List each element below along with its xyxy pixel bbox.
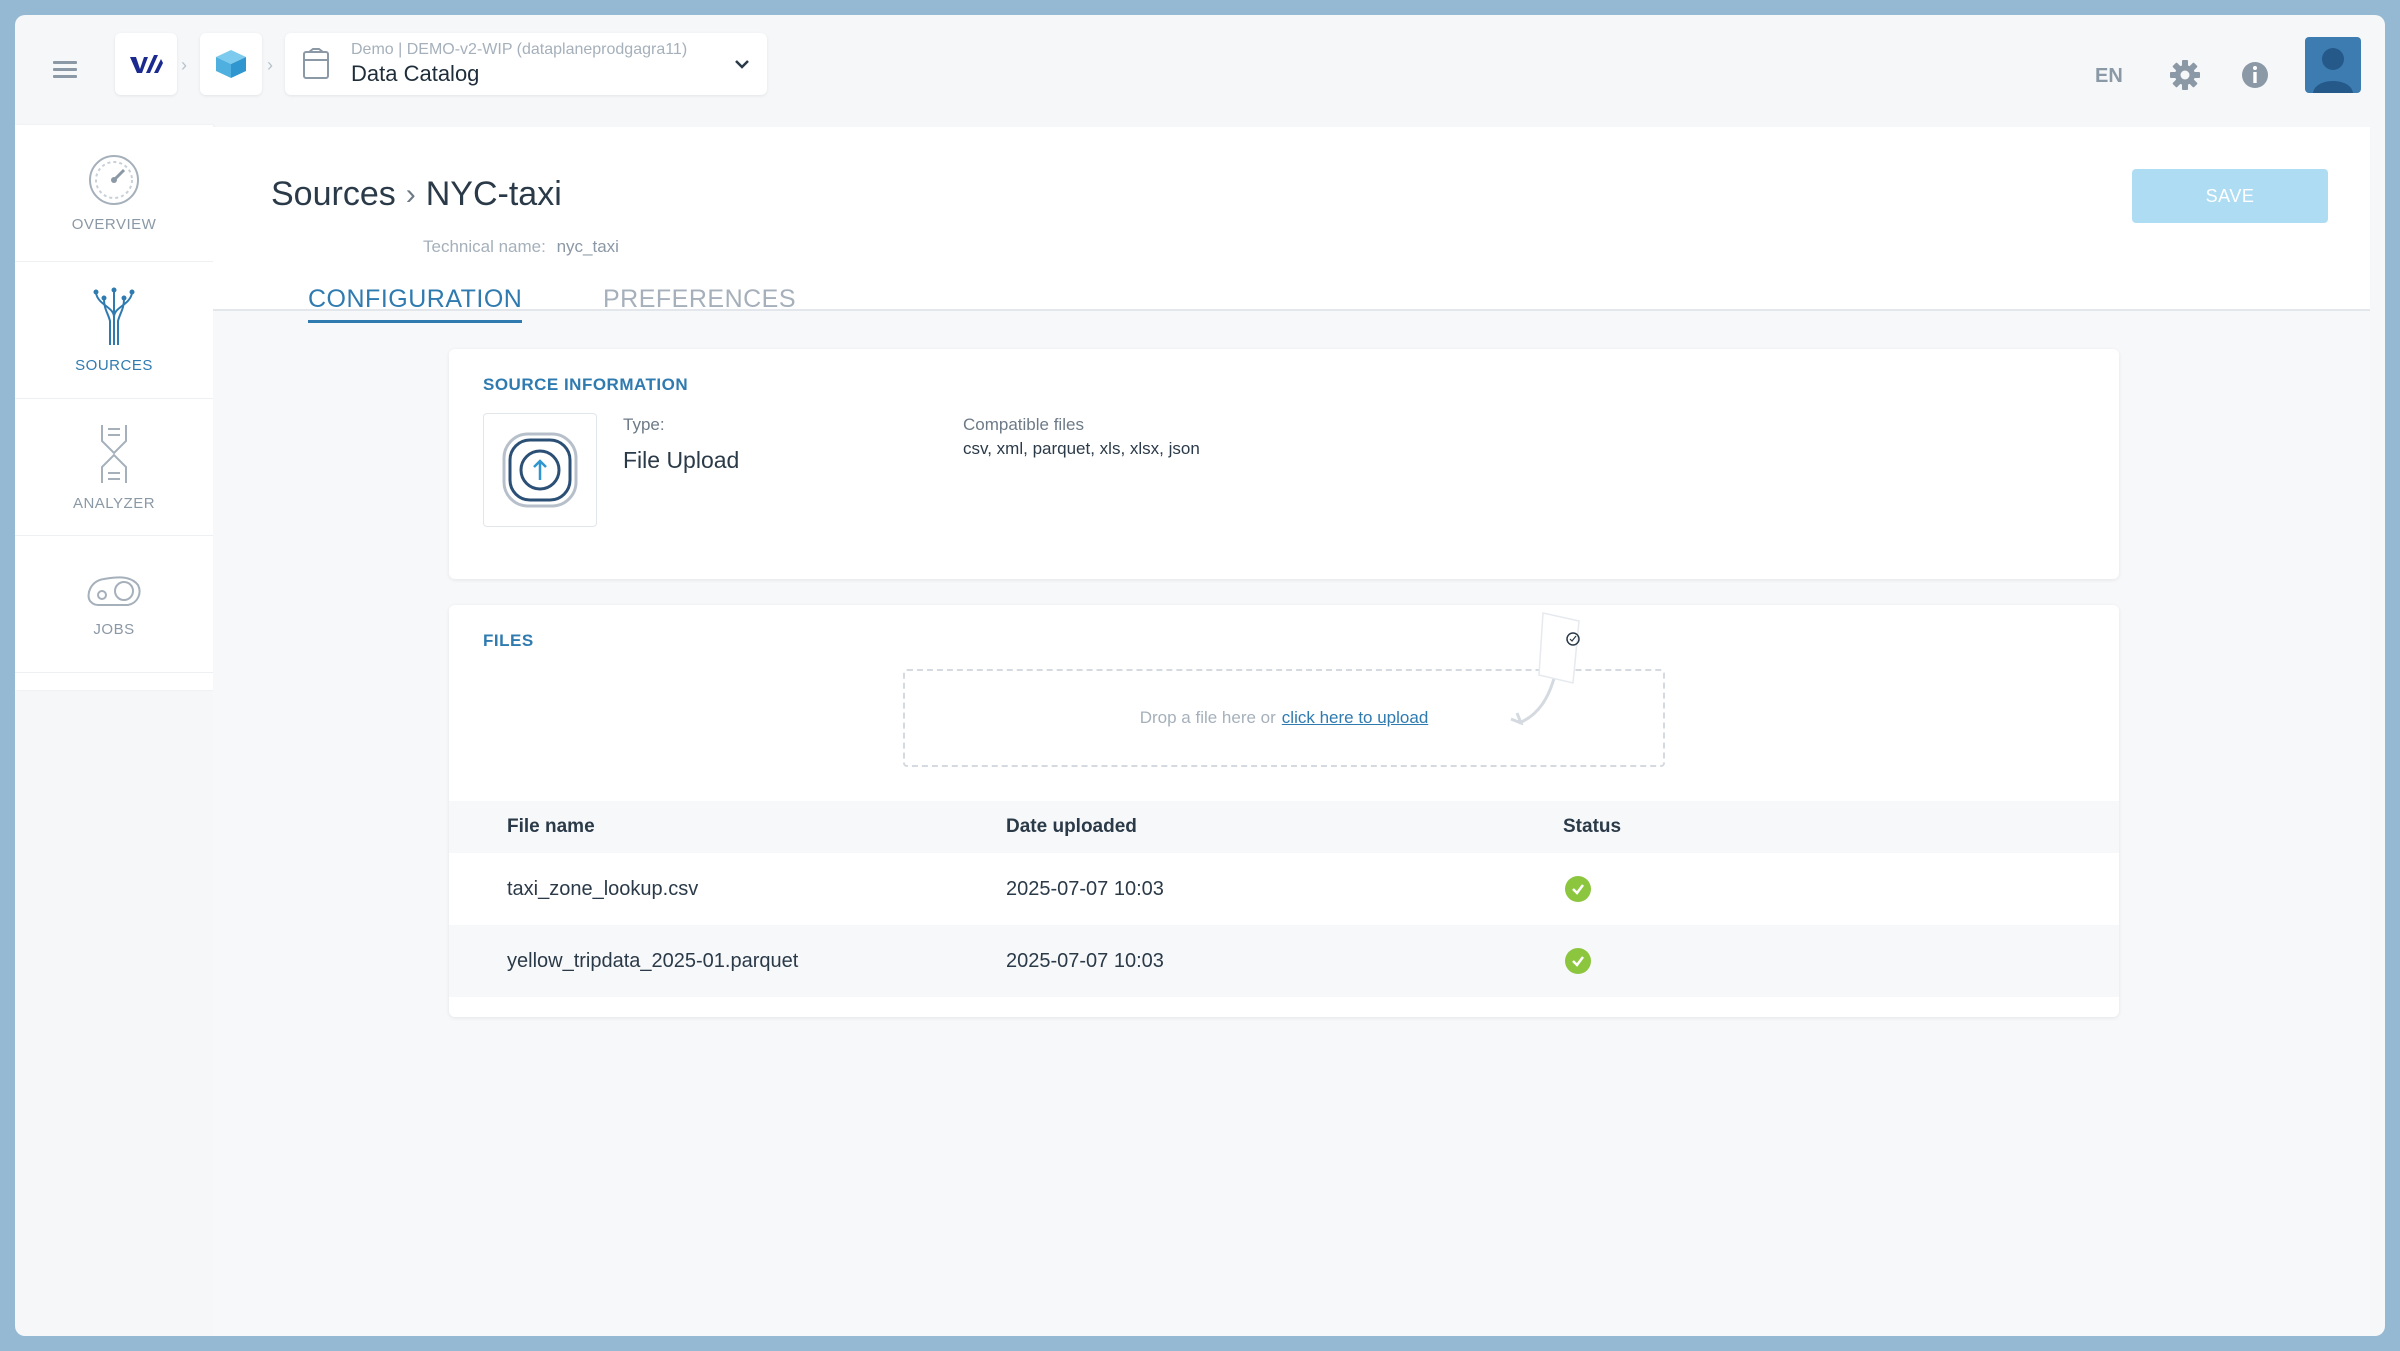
- type-label: Type:: [623, 415, 665, 434]
- chevron-right-icon: ›: [405, 177, 416, 211]
- type-value: File Upload: [623, 447, 740, 473]
- file-name-cell: taxi_zone_lookup.csv: [507, 877, 699, 900]
- status-cell: [1563, 875, 2119, 903]
- avatar[interactable]: [2305, 37, 2361, 93]
- section-title: SOURCE INFORMATION: [483, 375, 689, 394]
- tab-configuration[interactable]: CONFIGURATION: [308, 285, 523, 323]
- chevron-right-icon: ›: [181, 55, 187, 75]
- jobs-icon: [87, 575, 141, 606]
- sidebar-item-label: OVERVIEW: [71, 215, 157, 233]
- files-card: FILES Drop a file here or click here to …: [449, 605, 2119, 1017]
- section-title: FILES: [483, 631, 534, 650]
- tab-preferences[interactable]: PREFERENCES: [603, 285, 796, 320]
- home-logo-button[interactable]: [115, 33, 177, 95]
- breadcrumb: Sources › NYC-taxi: [271, 175, 562, 214]
- main-panel: Sources › NYC-taxi Technical name: nyc_t…: [213, 127, 2370, 1336]
- sidebar-item-jobs[interactable]: JOBS: [15, 536, 213, 673]
- compatible-files-value: csv, xml, parquet, xls, xlsx, json: [963, 439, 1200, 458]
- technical-name-value: nyc_taxi: [556, 237, 619, 256]
- analyzer-icon: [101, 424, 127, 483]
- breadcrumb-sources-link[interactable]: Sources: [271, 175, 396, 214]
- technical-name-label: Technical name:: [423, 237, 546, 256]
- column-header-status[interactable]: Status: [1563, 816, 2119, 838]
- catalog-icon: [303, 48, 329, 79]
- gear-icon[interactable]: [2169, 59, 2201, 91]
- files-table: File name Date uploaded Status taxi_zone…: [449, 801, 2119, 997]
- chevron-right-icon: ›: [267, 55, 273, 75]
- column-header-date-uploaded[interactable]: Date uploaded: [1006, 816, 1563, 838]
- sources-icon: [93, 287, 135, 345]
- app-window: › › Demo | DEMO-v2-WIP (dataplaneprodgag…: [15, 15, 2385, 1336]
- table-row[interactable]: taxi_zone_lookup.csv 2025-07-07 10:03: [449, 853, 2119, 925]
- check-circle-icon: [1565, 875, 1591, 902]
- technical-name: Technical name: nyc_taxi: [423, 237, 619, 257]
- top-bar: › › Demo | DEMO-v2-WIP (dataplaneprodgag…: [15, 15, 2385, 125]
- user-icon: [2313, 48, 2353, 93]
- language-selector[interactable]: EN: [2095, 65, 2123, 88]
- catalog-title: Data Catalog: [351, 61, 480, 86]
- upload-icon: [502, 432, 578, 508]
- cube-icon: [216, 50, 246, 78]
- sidebar-item-label: ANALYZER: [72, 494, 156, 512]
- sidebar-item-overview[interactable]: OVERVIEW: [15, 125, 213, 262]
- check-circle-icon: [1565, 947, 1591, 974]
- date-uploaded-cell: 2025-07-07 10:03: [1006, 949, 1164, 972]
- page-header: Sources › NYC-taxi Technical name: nyc_t…: [213, 127, 2370, 323]
- sidebar-item-label: JOBS: [93, 620, 135, 638]
- file-name-cell: yellow_tripdata_2025-01.parquet: [507, 949, 799, 972]
- page-title: NYC-taxi: [425, 175, 562, 213]
- sidebar: OVERVIEW SOURCES ANALYZER JOBS: [15, 125, 219, 690]
- brand-logo-icon: [130, 55, 163, 73]
- sidebar-item-sources[interactable]: SOURCES: [15, 262, 219, 399]
- menu-icon[interactable]: [53, 61, 77, 79]
- column-header-file-name[interactable]: File name: [449, 816, 1006, 838]
- chevron-down-icon[interactable]: [733, 55, 751, 73]
- file-upload-type-icon: [483, 413, 597, 527]
- table-row[interactable]: yellow_tripdata_2025-01.parquet 2025-07-…: [449, 925, 2119, 997]
- status-cell: [1563, 947, 2119, 975]
- save-button[interactable]: SAVE: [2132, 169, 2328, 223]
- project-button[interactable]: [200, 33, 262, 95]
- sidebar-item-analyzer[interactable]: ANALYZER: [15, 399, 213, 536]
- catalog-selector[interactable]: Demo | DEMO-v2-WIP (dataplaneprodgagra11…: [285, 33, 767, 95]
- file-drop-illustration-icon: [1510, 612, 1580, 725]
- table-header: File name Date uploaded Status: [449, 801, 2119, 853]
- source-information-card: SOURCE INFORMATION Type: File Upload Com…: [449, 349, 2119, 579]
- sidebar-item-label: SOURCES: [75, 356, 153, 374]
- drop-text: Drop a file here or: [1139, 708, 1276, 727]
- upload-link[interactable]: click here to upload: [1282, 708, 1428, 728]
- compatible-files-label: Compatible files: [963, 415, 1084, 434]
- speedometer-icon: [89, 154, 139, 205]
- date-uploaded-cell: 2025-07-07 10:03: [1006, 877, 1164, 900]
- info-icon[interactable]: [2239, 59, 2271, 91]
- catalog-subtitle: Demo | DEMO-v2-WIP (dataplaneprodgagra11…: [351, 41, 688, 58]
